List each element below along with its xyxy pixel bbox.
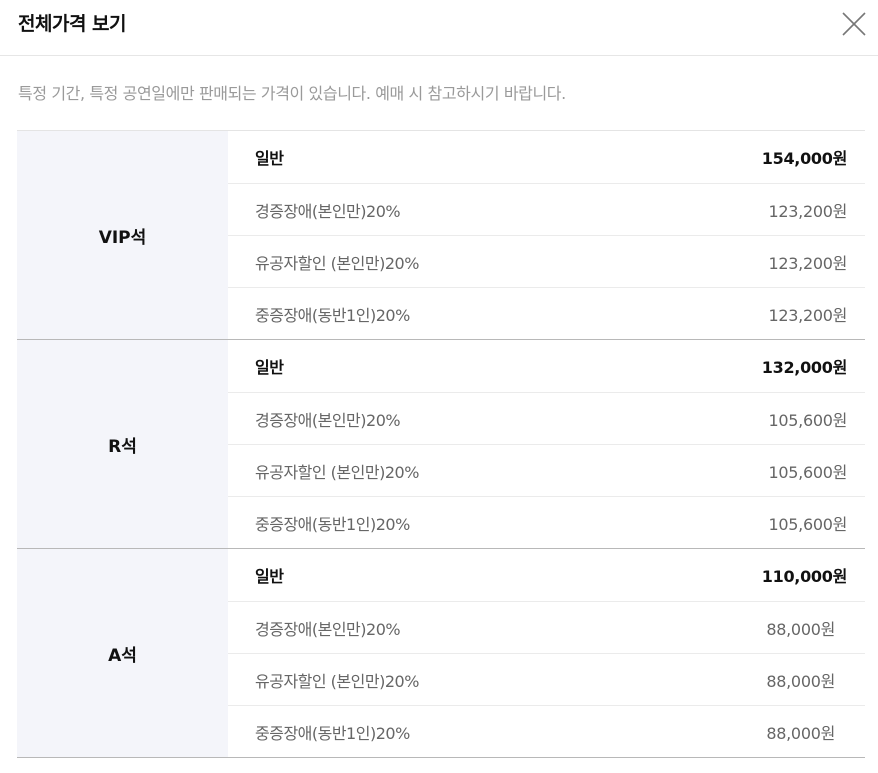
price-row: 경증장애(본인만)20% 88,000원	[228, 601, 865, 653]
price-row: 경증장애(본인만)20% 123,200원	[228, 183, 865, 235]
price-value: 105,600원	[768, 514, 848, 534]
price-table: VIP석 일반 154,000원 경증장애(본인만)20% 123,200원 유…	[17, 130, 865, 758]
price-value: 132,000원	[761, 358, 848, 377]
price-value: 110,000원	[761, 567, 848, 586]
discount-name: 일반	[255, 358, 284, 377]
seat-grade-label: A석	[17, 549, 228, 757]
price-row: 중증장애(동반1인)20% 88,000원	[228, 705, 865, 757]
discount-name: 경증장애(본인만)20%	[255, 410, 401, 430]
price-row: 경증장애(본인만)20% 105,600원	[228, 392, 865, 444]
discount-name: 중증장애(동반1인)20%	[255, 723, 410, 743]
price-value: 105,600원	[768, 410, 848, 430]
discount-name: 유공자할인 (본인만)20%	[255, 671, 419, 691]
discount-name: 중증장애(동반1인)20%	[255, 305, 410, 325]
discount-name: 유공자할인 (본인만)20%	[255, 462, 419, 482]
price-row: 일반 110,000원	[228, 549, 865, 601]
discount-name: 일반	[255, 149, 284, 168]
price-notice: 특정 기간, 특정 공연일에만 판매되는 가격이 있습니다. 예매 시 참고하시…	[18, 84, 566, 103]
price-row: 유공자할인 (본인만)20% 105,600원	[228, 444, 865, 496]
dialog-header: 전체가격 보기	[0, 0, 878, 56]
price-rows: 일반 110,000원 경증장애(본인만)20% 88,000원 유공자할인 (…	[228, 549, 865, 757]
discount-name: 일반	[255, 567, 284, 586]
price-value: 123,200원	[768, 253, 848, 273]
dialog-title: 전체가격 보기	[18, 13, 127, 35]
seat-group-vip: VIP석 일반 154,000원 경증장애(본인만)20% 123,200원 유…	[17, 131, 865, 340]
price-row: 일반 132,000원	[228, 340, 865, 392]
discount-name: 유공자할인 (본인만)20%	[255, 253, 419, 273]
discount-name: 경증장애(본인만)20%	[255, 201, 401, 221]
price-row: 유공자할인 (본인만)20% 88,000원	[228, 653, 865, 705]
price-value: 88,000원	[766, 619, 835, 639]
price-row: 유공자할인 (본인만)20% 123,200원	[228, 235, 865, 287]
price-rows: 일반 132,000원 경증장애(본인만)20% 105,600원 유공자할인 …	[228, 340, 865, 548]
price-value: 123,200원	[768, 305, 848, 325]
price-value: 123,200원	[768, 201, 848, 221]
price-value: 154,000원	[761, 149, 848, 168]
price-rows: 일반 154,000원 경증장애(본인만)20% 123,200원 유공자할인 …	[228, 131, 865, 339]
seat-grade-label: VIP석	[17, 131, 228, 339]
discount-name: 경증장애(본인만)20%	[255, 619, 401, 639]
discount-name: 중증장애(동반1인)20%	[255, 514, 410, 534]
price-row: 일반 154,000원	[228, 131, 865, 183]
price-row: 중증장애(동반1인)20% 123,200원	[228, 287, 865, 339]
price-row: 중증장애(동반1인)20% 105,600원	[228, 496, 865, 548]
close-icon[interactable]	[840, 10, 868, 38]
price-value: 88,000원	[766, 723, 835, 743]
seat-group-r: R석 일반 132,000원 경증장애(본인만)20% 105,600원 유공자…	[17, 340, 865, 549]
price-value: 105,600원	[768, 462, 848, 482]
seat-grade-label: R석	[17, 340, 228, 548]
price-value: 88,000원	[766, 671, 835, 691]
seat-group-a: A석 일반 110,000원 경증장애(본인만)20% 88,000원 유공자할…	[17, 549, 865, 758]
